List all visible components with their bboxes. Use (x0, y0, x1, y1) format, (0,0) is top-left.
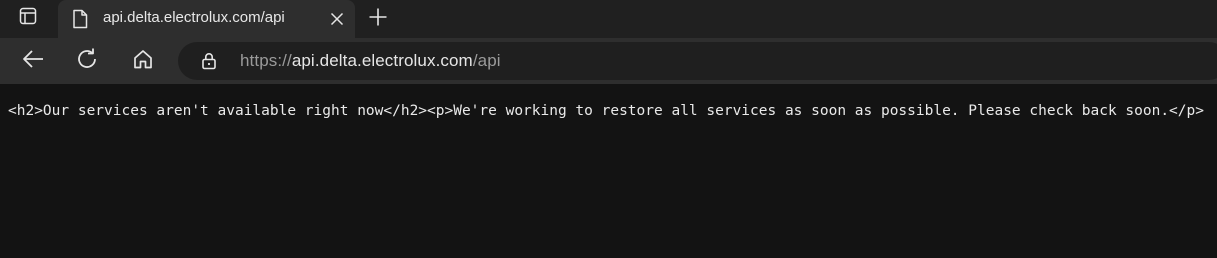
tab-actions-button[interactable] (6, 3, 50, 33)
url-path: /api (472, 51, 501, 70)
tab-strip: api.delta.electrolux.com/api (0, 0, 1217, 38)
page-content: <h2>Our services aren't available right … (0, 84, 1217, 258)
url-host: api.delta.electrolux.com (291, 51, 473, 70)
tab-title: api.delta.electrolux.com/api (103, 9, 285, 26)
back-arrow-icon (21, 47, 45, 76)
plus-icon (368, 7, 388, 32)
url-scheme: https:// (240, 51, 292, 70)
home-button[interactable] (128, 46, 158, 76)
refresh-button[interactable] (73, 46, 103, 76)
url-text: https://api.delta.electrolux.com/api (240, 51, 501, 71)
navigation-toolbar: https://api.delta.electrolux.com/api (0, 38, 1217, 84)
tab-actions-icon (18, 6, 38, 31)
close-icon[interactable] (326, 8, 348, 30)
address-bar[interactable]: https://api.delta.electrolux.com/api (178, 42, 1217, 80)
page-icon (70, 9, 90, 29)
raw-html-text: <h2>Our services aren't available right … (8, 103, 1204, 119)
active-tab[interactable]: api.delta.electrolux.com/api (58, 0, 355, 38)
home-icon (132, 48, 154, 75)
back-button[interactable] (18, 46, 48, 76)
lock-icon[interactable] (200, 52, 218, 70)
new-tab-button[interactable] (364, 5, 392, 33)
refresh-icon (76, 47, 100, 76)
